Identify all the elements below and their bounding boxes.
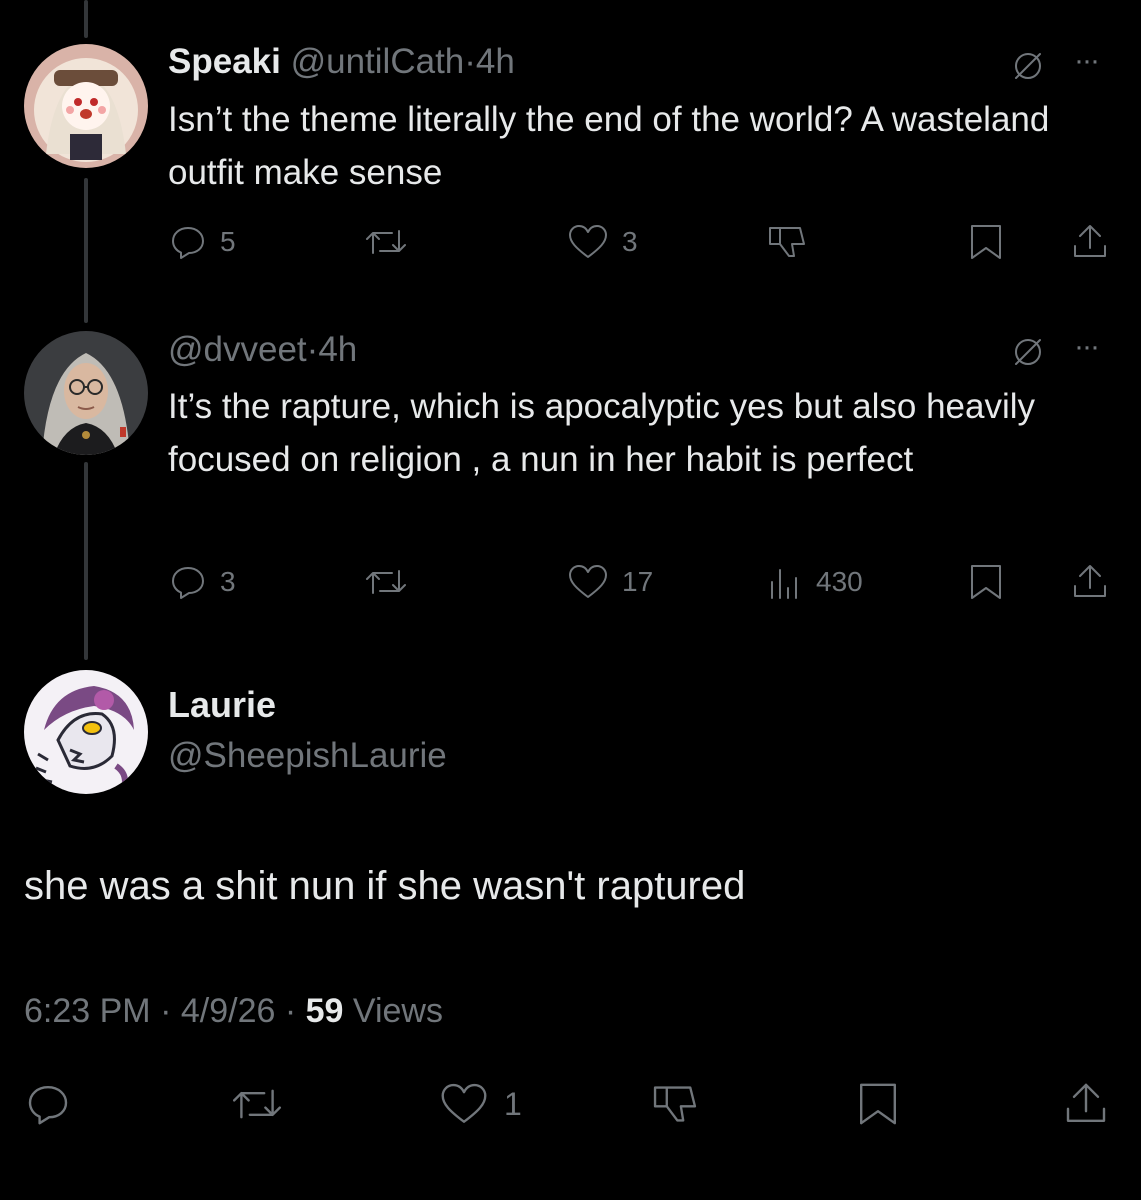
repost-button[interactable]	[228, 1080, 286, 1128]
bookmark-button[interactable]	[968, 562, 1004, 602]
reply-icon	[28, 1086, 68, 1125]
like-count: 3	[622, 226, 638, 257]
grok-icon[interactable]	[1008, 46, 1048, 91]
timestamp[interactable]: 4h	[318, 330, 357, 369]
heart-icon	[441, 1083, 487, 1123]
bookmark-button[interactable]	[968, 222, 1004, 262]
share-icon	[1074, 225, 1106, 257]
views-label[interactable]: Views	[353, 992, 443, 1030]
bookmark-icon	[971, 225, 1001, 259]
like-count: 17	[622, 566, 654, 597]
bookmark-icon	[971, 565, 1001, 599]
reply-button[interactable]	[24, 1080, 72, 1128]
reply-button[interactable]: 3	[168, 562, 236, 602]
downvote-icon	[769, 227, 805, 257]
more-options-icon[interactable]: ···	[1074, 44, 1100, 78]
tweet-text: Isn’t the theme literally the end of the…	[168, 100, 1050, 192]
like-count: 1	[504, 1085, 522, 1122]
share-button[interactable]	[1062, 1080, 1110, 1128]
tweet-text: It’s the rapture, which is apocalyptic y…	[168, 387, 1036, 479]
reply-count: 5	[220, 226, 236, 257]
separator: ·	[464, 42, 476, 81]
handle[interactable]: @untilCath	[291, 42, 465, 81]
post-date[interactable]: 4/9/26	[181, 992, 276, 1030]
handle[interactable]: @SheepishLaurie	[168, 736, 447, 776]
bookmark-button[interactable]	[856, 1080, 900, 1128]
grok-icon[interactable]	[1008, 332, 1048, 377]
tweet-header: Speaki @untilCath·4h	[168, 42, 515, 82]
share-button[interactable]	[1070, 562, 1110, 602]
post-meta: 6:23 PM · 4/9/26 · 59 Views	[24, 992, 443, 1031]
repost-button[interactable]	[362, 222, 410, 262]
repost-icon	[366, 230, 406, 254]
downvote-icon	[653, 1086, 697, 1122]
tweet-header: @dvveet·4h	[168, 330, 357, 370]
heart-icon	[569, 225, 607, 258]
share-icon	[1066, 1083, 1106, 1122]
display-name[interactable]: Laurie	[168, 684, 276, 726]
repost-icon	[366, 570, 406, 594]
like-button[interactable]: 3	[566, 222, 638, 262]
separator: ·	[306, 330, 319, 369]
avatar[interactable]	[24, 331, 148, 455]
dislike-button[interactable]	[648, 1080, 702, 1128]
separator: ·	[284, 992, 297, 1030]
repost-button[interactable]	[362, 562, 410, 602]
reply-icon	[172, 227, 204, 259]
heart-icon	[569, 565, 607, 598]
share-button[interactable]	[1070, 222, 1110, 262]
views-button[interactable]: 430	[766, 562, 863, 602]
thread-line	[84, 178, 88, 323]
like-button[interactable]: 17	[566, 562, 653, 602]
repost-icon	[233, 1089, 281, 1119]
avatar[interactable]	[24, 44, 148, 168]
more-options-icon[interactable]: ···	[1074, 330, 1100, 364]
post-time[interactable]: 6:23 PM	[24, 992, 151, 1030]
dislike-button[interactable]	[764, 222, 810, 262]
like-button[interactable]: 1	[438, 1080, 522, 1128]
post-text: she was a shit nun if she wasn't rapture…	[24, 864, 746, 908]
analytics-icon	[771, 569, 797, 599]
reply-icon	[172, 567, 204, 599]
views-count[interactable]: 59	[306, 992, 344, 1030]
reply-button[interactable]: 5	[168, 222, 236, 262]
views-count: 430	[816, 566, 863, 597]
timestamp[interactable]: 4h	[476, 42, 515, 81]
share-icon	[1074, 565, 1106, 597]
display-name[interactable]: Speaki	[168, 42, 281, 81]
bookmark-icon	[859, 1083, 896, 1125]
thread-line	[84, 462, 88, 660]
thread-line	[84, 0, 88, 38]
handle[interactable]: @dvveet	[168, 330, 307, 369]
separator: ·	[160, 992, 172, 1030]
avatar[interactable]	[24, 670, 148, 794]
reply-count: 3	[220, 566, 236, 597]
